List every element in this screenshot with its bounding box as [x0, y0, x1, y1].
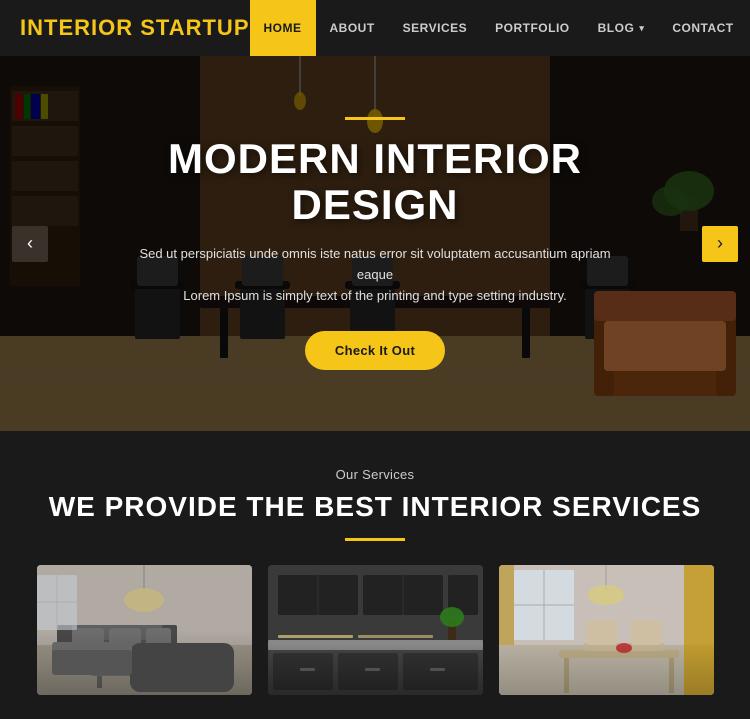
nav-links: HOME ABOUT SERVICES PORTFOLIO BLOG ▾ CON… — [250, 0, 748, 56]
hero-title: MODERN INTERIOR DESIGN — [125, 136, 625, 228]
services-cards-container — [20, 565, 730, 695]
nav-portfolio[interactable]: PORTFOLIO — [481, 0, 584, 56]
nav-blog[interactable]: BLOG ▾ — [584, 0, 659, 56]
nav-about[interactable]: ABOUT — [316, 0, 389, 56]
nav-services[interactable]: SERVICES — [389, 0, 481, 56]
service-card-1-image — [37, 565, 252, 695]
brand-logo[interactable]: INTERIOR STARTUP — [20, 15, 250, 41]
hero-subtitle: Sed ut perspiciatis unde omnis iste natu… — [125, 244, 625, 306]
hero-line-decoration — [345, 117, 405, 120]
hero-section: ‹ MODERN INTERIOR DESIGN Sed ut perspici… — [0, 56, 750, 431]
hero-next-arrow[interactable]: › — [702, 226, 738, 262]
hero-cta-button[interactable]: Check it out — [305, 331, 445, 370]
hero-prev-arrow[interactable]: ‹ — [12, 226, 48, 262]
hero-content: MODERN INTERIOR DESIGN Sed ut perspiciat… — [85, 117, 665, 370]
service-card-3[interactable] — [499, 565, 714, 695]
service-card-1[interactable] — [37, 565, 252, 695]
blog-dropdown-arrow: ▾ — [639, 23, 644, 34]
nav-contact[interactable]: CONTACT — [658, 0, 747, 56]
service-card-2-image — [268, 565, 483, 695]
services-section: Our Services WE PROVIDE THE BEST INTERIO… — [0, 431, 750, 719]
services-section-label: Our Services — [20, 467, 730, 482]
nav-home[interactable]: HOME — [250, 0, 316, 56]
service-card-2[interactable] — [268, 565, 483, 695]
brand-name-part1: INTERIOR — [20, 15, 140, 40]
service-card-3-image — [499, 565, 714, 695]
navbar: INTERIOR STARTUP HOME ABOUT SERVICES POR… — [0, 0, 750, 56]
services-underline — [345, 538, 405, 541]
services-section-title: WE PROVIDE THE BEST INTERIOR SERVICES — [20, 490, 730, 524]
brand-name-accent: STARTUP — [140, 15, 249, 40]
